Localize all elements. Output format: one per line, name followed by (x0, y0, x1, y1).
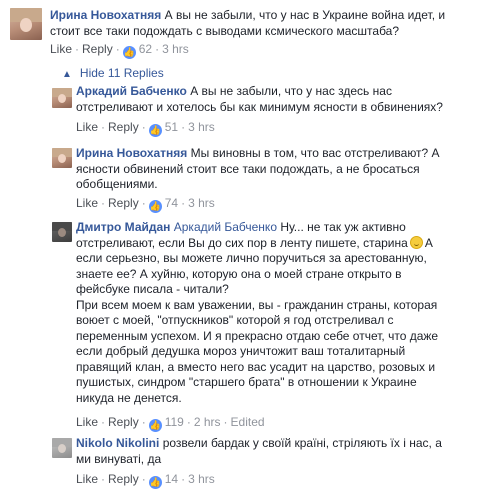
timestamp[interactable]: 3 hrs (188, 472, 215, 486)
comment-author[interactable]: Ирина Новохатняя (76, 146, 187, 160)
like-icon: 👍 (122, 46, 136, 59)
like-count[interactable]: 51 (165, 120, 178, 134)
avatar[interactable] (52, 222, 72, 242)
reply-item: Ирина Новохатняя Мы виновны в том, что в… (0, 144, 492, 214)
chevron-up-icon: ▲ (62, 69, 72, 80)
like-icon: 👍 (148, 124, 162, 137)
comment-author[interactable]: Дмитро Майдан (76, 220, 170, 234)
comment-line: пушистых, синдром "старшего брата" в отн… (76, 375, 417, 389)
reply-item: Аркадий Бабченко А вы не забыли, что у н… (0, 82, 492, 138)
edited-label[interactable]: Edited (231, 415, 265, 429)
timestamp[interactable]: 2 hrs (194, 415, 221, 429)
comment-line: если добрый дедушка мороз уничтожит ваш … (76, 344, 406, 358)
comment-line: если серьезно, вы можете лично поручитьс… (76, 251, 427, 265)
comment-actions: Like · Reply · 👍 62 · 3 hrs (50, 42, 189, 59)
comment-author[interactable]: Аркадий Бабченко (76, 84, 187, 98)
timestamp[interactable]: 3 hrs (162, 42, 189, 56)
like-count[interactable]: 119 (165, 415, 184, 429)
timestamp[interactable]: 3 hrs (188, 120, 215, 134)
like-button[interactable]: Like (76, 472, 98, 486)
smile-emoji (409, 235, 423, 249)
comment-line: отстреливают, если Вы до сих пор в ленту… (76, 235, 408, 250)
comment-actions: Like · Reply · 👍 74 · 3 hrs (76, 196, 215, 213)
comment-line: Ну... не так уж активно (280, 220, 406, 234)
comment-author[interactable]: Ирина Новохатняя (50, 8, 161, 22)
avatar[interactable] (52, 438, 72, 458)
like-count[interactable]: 14 (165, 472, 178, 486)
reply-button[interactable]: Reply (108, 120, 139, 134)
comment-actions: Like · Reply · 👍 14 · 3 hrs (76, 472, 215, 489)
reply-item: Nikolo Nikolini розвели бардак у своїй к… (0, 436, 492, 491)
comment-line: розвели бардак у своїй країні, стріляють… (162, 436, 442, 450)
comment-line: ми винуваті, да (76, 451, 162, 466)
like-button[interactable]: Like (76, 415, 98, 429)
comment-line: никуда не денется. (76, 390, 182, 405)
like-count[interactable]: 74 (165, 196, 178, 210)
timestamp[interactable]: 3 hrs (188, 196, 215, 210)
comment-line: А вы не забыли, что у нас в Украине войн… (164, 8, 446, 22)
comment-line: стоит все таки подождать с выводами ксми… (50, 23, 400, 38)
comment-line: воюет с моей, "отпускников" которой я го… (76, 313, 394, 327)
like-count[interactable]: 62 (139, 42, 152, 56)
comment-line: переменным успехом. И я прекрасно отдаю … (76, 328, 439, 343)
reply-button[interactable]: Reply (82, 42, 113, 56)
comment-text: Ирина Новохатняя А вы не забыли, что у н… (50, 8, 490, 39)
hide-replies-label: Hide 11 Replies (79, 66, 164, 80)
comment-line: При всем моем к вам уважении, вы - гражд… (76, 297, 438, 312)
comment-actions: Like · Reply · 👍 51 · 3 hrs (76, 120, 215, 137)
comment-line: А (424, 235, 433, 250)
comment-text: Дмитро Майдан Аркадий Бабченко Ну... не … (76, 220, 490, 406)
reply-button[interactable]: Reply (108, 415, 139, 429)
avatar[interactable] (52, 88, 72, 108)
reply-item: Дмитро Майдан Аркадий Бабченко Ну... не … (0, 220, 492, 432)
comment-line: А вы не забыли, что у нас здесь нас (190, 84, 392, 98)
comment-item: Ирина Новохатняя А вы не забыли, что у н… (0, 0, 492, 62)
comment-line: обобщениями. (76, 177, 158, 191)
mention-link[interactable]: Аркадий Бабченко (174, 220, 277, 234)
like-icon: 👍 (148, 200, 162, 213)
avatar[interactable] (10, 8, 42, 40)
comment-line: ясности обвинений стоит все таки подожда… (76, 161, 420, 176)
comment-actions: Like · Reply · 👍 119 · 2 hrs · Edited (76, 415, 265, 432)
like-button[interactable]: Like (76, 120, 98, 134)
comment-line: фейсбуке писала - читали? (76, 282, 229, 296)
comment-line: знаете ее? А хуйню, которую она о моей с… (76, 266, 402, 281)
comment-author[interactable]: Nikolo Nikolini (76, 436, 159, 450)
comment-line: Мы виновны в том, что вас отстреливают? … (190, 146, 440, 160)
like-icon: 👍 (148, 419, 162, 432)
comment-line: правящий клан, а вместо него вас усадит … (76, 359, 436, 374)
reply-button[interactable]: Reply (108, 472, 139, 486)
like-icon: 👍 (148, 476, 162, 489)
avatar[interactable] (52, 148, 72, 168)
hide-replies-link[interactable]: ▲ Hide 11 Replies (62, 66, 164, 80)
reply-button[interactable]: Reply (108, 196, 139, 210)
comment-line: отстреливают и хотелось бы как минимум я… (76, 99, 443, 114)
like-button[interactable]: Like (50, 42, 72, 56)
like-button[interactable]: Like (76, 196, 98, 210)
comment-text: Nikolo Nikolini розвели бардак у своїй к… (76, 436, 486, 467)
comment-text: Аркадий Бабченко А вы не забыли, что у н… (76, 84, 486, 115)
comment-text: Ирина Новохатняя Мы виновны в том, что в… (76, 146, 486, 193)
